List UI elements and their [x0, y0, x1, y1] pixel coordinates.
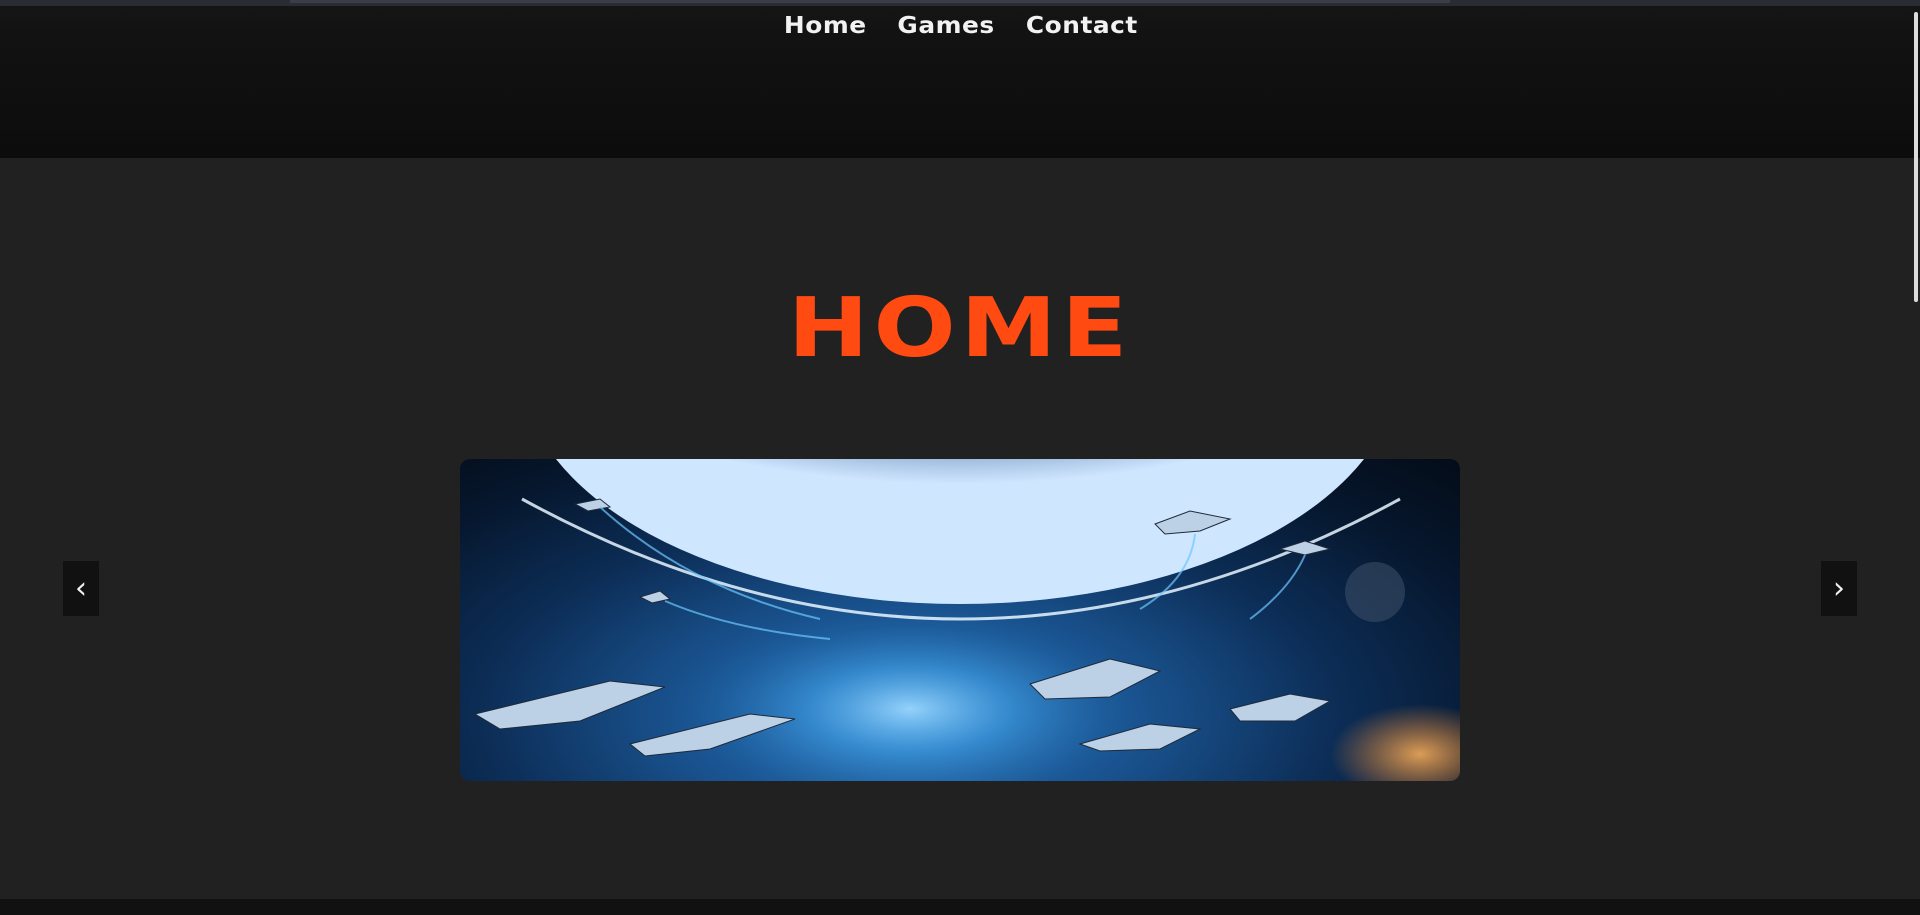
space-scene-illustration [473, 459, 1460, 781]
nav-games-link[interactable]: Games [898, 13, 995, 39]
carousel-next-button[interactable]: › [1821, 561, 1857, 616]
page-scrollbar[interactable] [1914, 12, 1918, 302]
main-content: HOME [0, 158, 1920, 899]
orange-nebula [1330, 704, 1460, 781]
nav-home-link[interactable]: Home [784, 13, 867, 39]
planet [556, 459, 1364, 604]
nav-contact-link[interactable]: Contact [1025, 13, 1137, 39]
site-header: Home Games Contact [0, 6, 1920, 158]
page-title: HOME [787, 281, 1133, 376]
carousel-prev-button[interactable]: ‹ [63, 561, 99, 616]
carousel-slide-image [460, 459, 1460, 781]
browser-address-strip [290, 0, 1450, 3]
footer-strip [0, 899, 1920, 915]
main-nav: Home Games Contact [0, 6, 1920, 46]
moon [1345, 562, 1405, 622]
